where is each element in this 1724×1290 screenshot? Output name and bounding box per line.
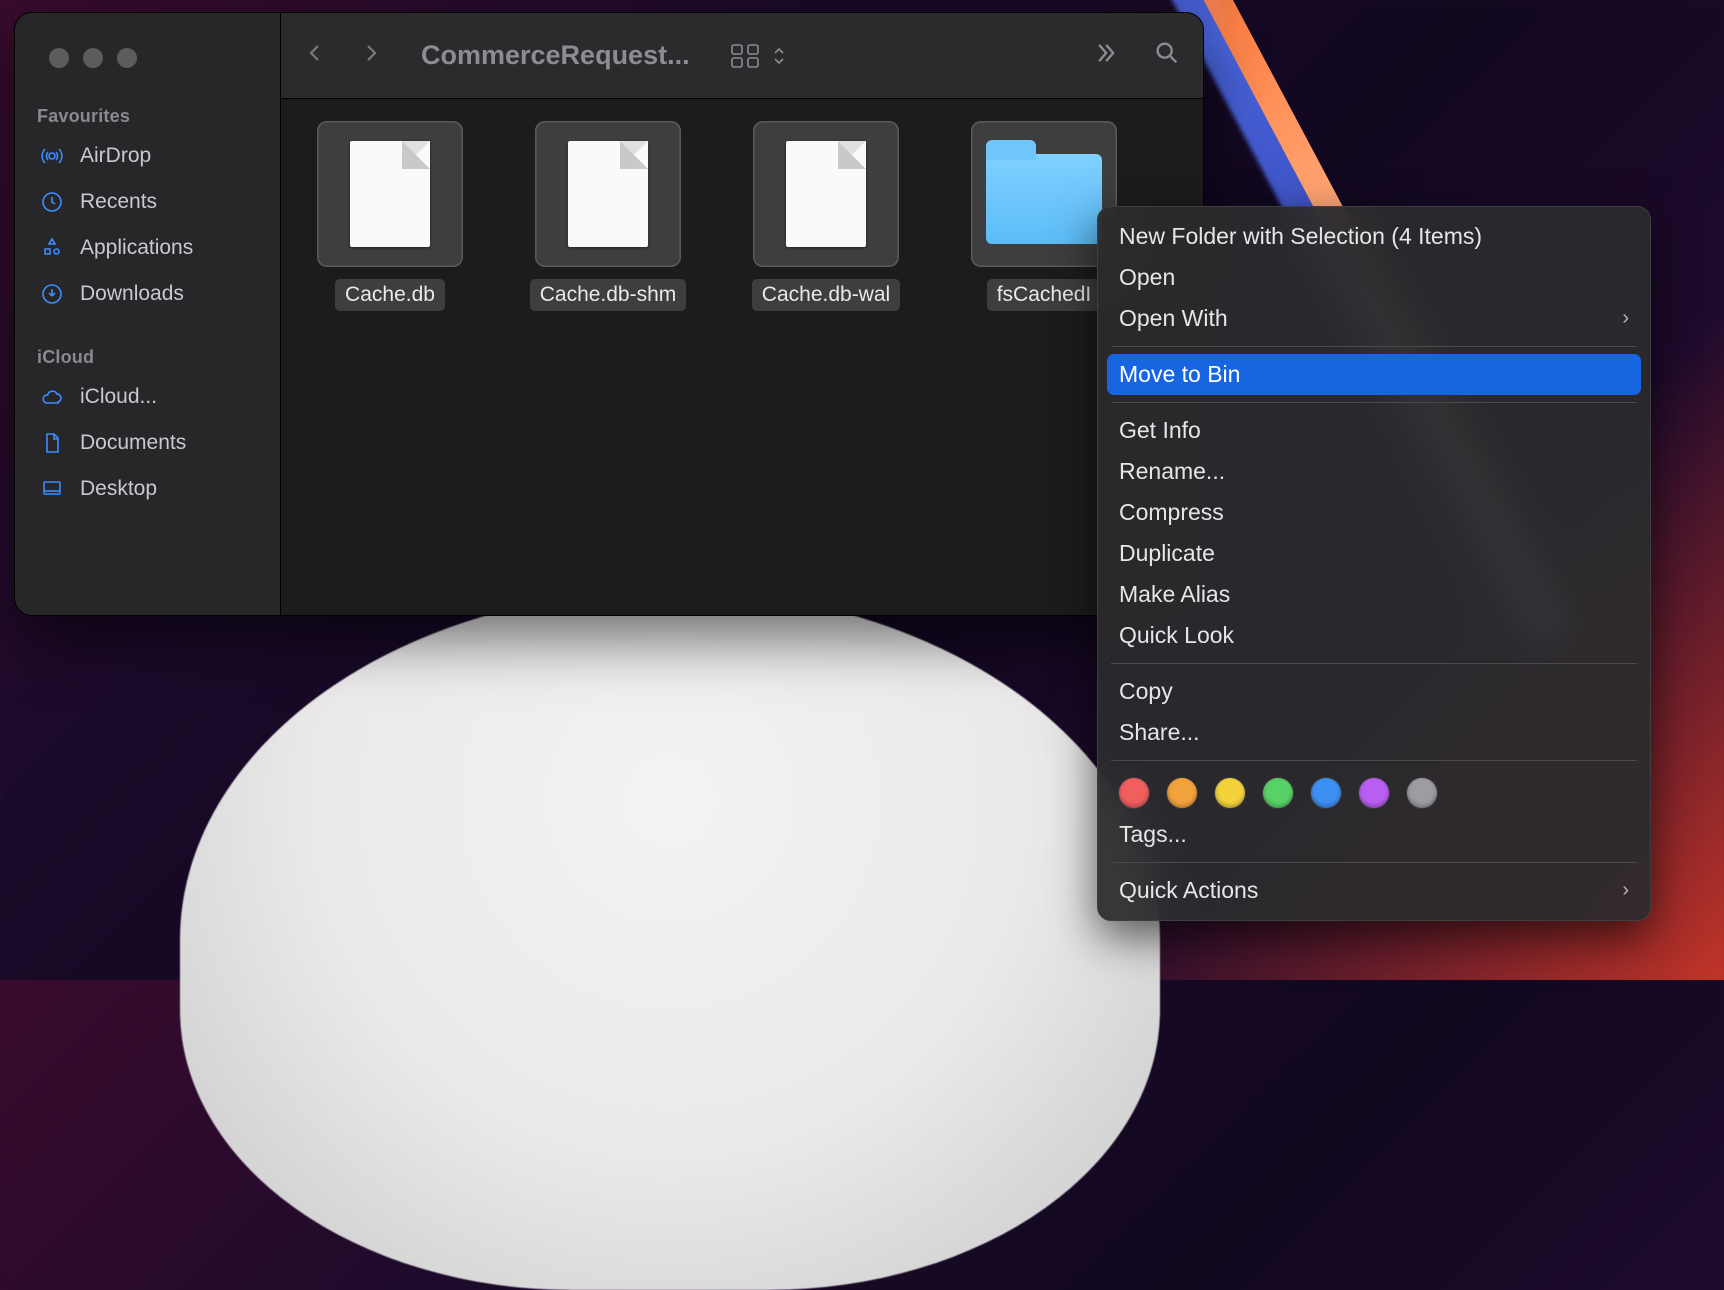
ctx-item-label: New Folder with Selection (4 Items) xyxy=(1119,223,1482,250)
ctx-open-with[interactable]: Open With › xyxy=(1107,298,1641,339)
chevron-updown-icon xyxy=(772,46,786,66)
sidebar-item-icloud[interactable]: iCloud... xyxy=(27,376,268,418)
ctx-copy[interactable]: Copy xyxy=(1107,671,1641,712)
ctx-duplicate[interactable]: Duplicate xyxy=(1107,533,1641,574)
chevron-right-icon: › xyxy=(1622,307,1629,330)
tag-blue[interactable] xyxy=(1311,778,1341,808)
ctx-item-label: Get Info xyxy=(1119,417,1201,444)
ctx-tag-colors xyxy=(1107,768,1641,814)
ctx-item-label: Duplicate xyxy=(1119,540,1215,567)
ctx-make-alias[interactable]: Make Alias xyxy=(1107,574,1641,615)
toolbar: CommerceRequest... xyxy=(281,13,1203,99)
sidebar-item-recents[interactable]: Recents xyxy=(27,181,268,223)
desktop-icon xyxy=(39,476,65,502)
ctx-separator xyxy=(1111,760,1637,761)
sidebar-item-label: iCloud... xyxy=(80,385,157,409)
sidebar-section-favourites: Favourites xyxy=(27,100,268,131)
ctx-item-label: Move to Bin xyxy=(1119,361,1240,388)
ctx-separator xyxy=(1111,402,1637,403)
ctx-item-label: Make Alias xyxy=(1119,581,1230,608)
ctx-compress[interactable]: Compress xyxy=(1107,492,1641,533)
sidebar-item-label: Applications xyxy=(80,236,193,260)
ctx-item-label: Copy xyxy=(1119,678,1173,705)
file-label: Cache.db xyxy=(335,279,445,311)
sidebar-item-label: Downloads xyxy=(80,282,184,306)
ctx-new-folder-selection[interactable]: New Folder with Selection (4 Items) xyxy=(1107,216,1641,257)
ctx-share[interactable]: Share... xyxy=(1107,712,1641,753)
apps-icon xyxy=(39,235,65,261)
doc-icon xyxy=(39,430,65,456)
file-icon xyxy=(317,121,463,267)
ctx-open[interactable]: Open xyxy=(1107,257,1641,298)
finder-window: Favourites AirDrop Recents Applications … xyxy=(14,12,1204,616)
ctx-separator xyxy=(1111,346,1637,347)
sidebar-item-label: Documents xyxy=(80,431,186,455)
sidebar-item-label: Desktop xyxy=(80,477,157,501)
context-menu: New Folder with Selection (4 Items) Open… xyxy=(1097,206,1651,921)
ctx-item-label: Quick Look xyxy=(1119,622,1234,649)
ctx-move-to-bin[interactable]: Move to Bin xyxy=(1107,354,1641,395)
tag-red[interactable] xyxy=(1119,778,1149,808)
clock-icon xyxy=(39,189,65,215)
nav-buttons xyxy=(303,38,383,73)
more-button[interactable] xyxy=(1091,39,1119,72)
file-label: Cache.db-shm xyxy=(530,279,687,311)
wallpaper-accent xyxy=(180,590,1160,1290)
sidebar-section-icloud: iCloud xyxy=(27,341,268,372)
ctx-separator xyxy=(1111,862,1637,863)
file-label: fsCachedI xyxy=(987,279,1102,311)
file-item[interactable]: Cache.db-wal xyxy=(753,121,899,311)
maximize-button[interactable] xyxy=(117,48,137,68)
ctx-item-label: Open With xyxy=(1119,305,1228,332)
ctx-separator xyxy=(1111,663,1637,664)
ctx-rename[interactable]: Rename... xyxy=(1107,451,1641,492)
window-controls xyxy=(27,28,268,96)
sidebar-item-documents[interactable]: Documents xyxy=(27,422,268,464)
tag-gray[interactable] xyxy=(1407,778,1437,808)
sidebar-item-label: AirDrop xyxy=(80,144,151,168)
file-grid: Cache.db Cache.db-shm Cache.db-wal fsCac… xyxy=(281,99,1203,615)
sidebar-item-applications[interactable]: Applications xyxy=(27,227,268,269)
close-button[interactable] xyxy=(49,48,69,68)
chevron-right-icon: › xyxy=(1622,879,1629,902)
search-button[interactable] xyxy=(1153,39,1181,72)
sidebar-item-label: Recents xyxy=(80,190,157,214)
ctx-quick-look[interactable]: Quick Look xyxy=(1107,615,1641,656)
file-item[interactable]: fsCachedI xyxy=(971,121,1117,311)
ctx-item-label: Open xyxy=(1119,264,1175,291)
ctx-quick-actions[interactable]: Quick Actions › xyxy=(1107,870,1641,911)
ctx-get-info[interactable]: Get Info xyxy=(1107,410,1641,451)
file-label: Cache.db-wal xyxy=(752,279,900,311)
ctx-item-label: Tags... xyxy=(1119,821,1187,848)
file-item[interactable]: Cache.db xyxy=(317,121,463,311)
sidebar: Favourites AirDrop Recents Applications … xyxy=(15,13,281,615)
download-icon xyxy=(39,281,65,307)
cloud-icon xyxy=(39,384,65,410)
tag-green[interactable] xyxy=(1263,778,1293,808)
forward-button[interactable] xyxy=(359,38,383,73)
airdrop-icon xyxy=(39,143,65,169)
tag-yellow[interactable] xyxy=(1215,778,1245,808)
ctx-item-label: Compress xyxy=(1119,499,1224,526)
sidebar-item-airdrop[interactable]: AirDrop xyxy=(27,135,268,177)
back-button[interactable] xyxy=(303,38,327,73)
folder-icon xyxy=(971,121,1117,267)
ctx-tags[interactable]: Tags... xyxy=(1107,814,1641,855)
sidebar-item-downloads[interactable]: Downloads xyxy=(27,273,268,315)
file-icon xyxy=(535,121,681,267)
ctx-item-label: Rename... xyxy=(1119,458,1225,485)
view-switcher[interactable] xyxy=(730,43,786,69)
minimize-button[interactable] xyxy=(83,48,103,68)
sidebar-item-desktop[interactable]: Desktop xyxy=(27,468,268,510)
finder-main: CommerceRequest... Cache.db Cache.db-shm xyxy=(281,13,1203,615)
file-icon xyxy=(753,121,899,267)
tag-purple[interactable] xyxy=(1359,778,1389,808)
tag-orange[interactable] xyxy=(1167,778,1197,808)
ctx-item-label: Quick Actions xyxy=(1119,877,1258,904)
file-item[interactable]: Cache.db-shm xyxy=(535,121,681,311)
ctx-item-label: Share... xyxy=(1119,719,1200,746)
window-title: CommerceRequest... xyxy=(421,40,690,71)
